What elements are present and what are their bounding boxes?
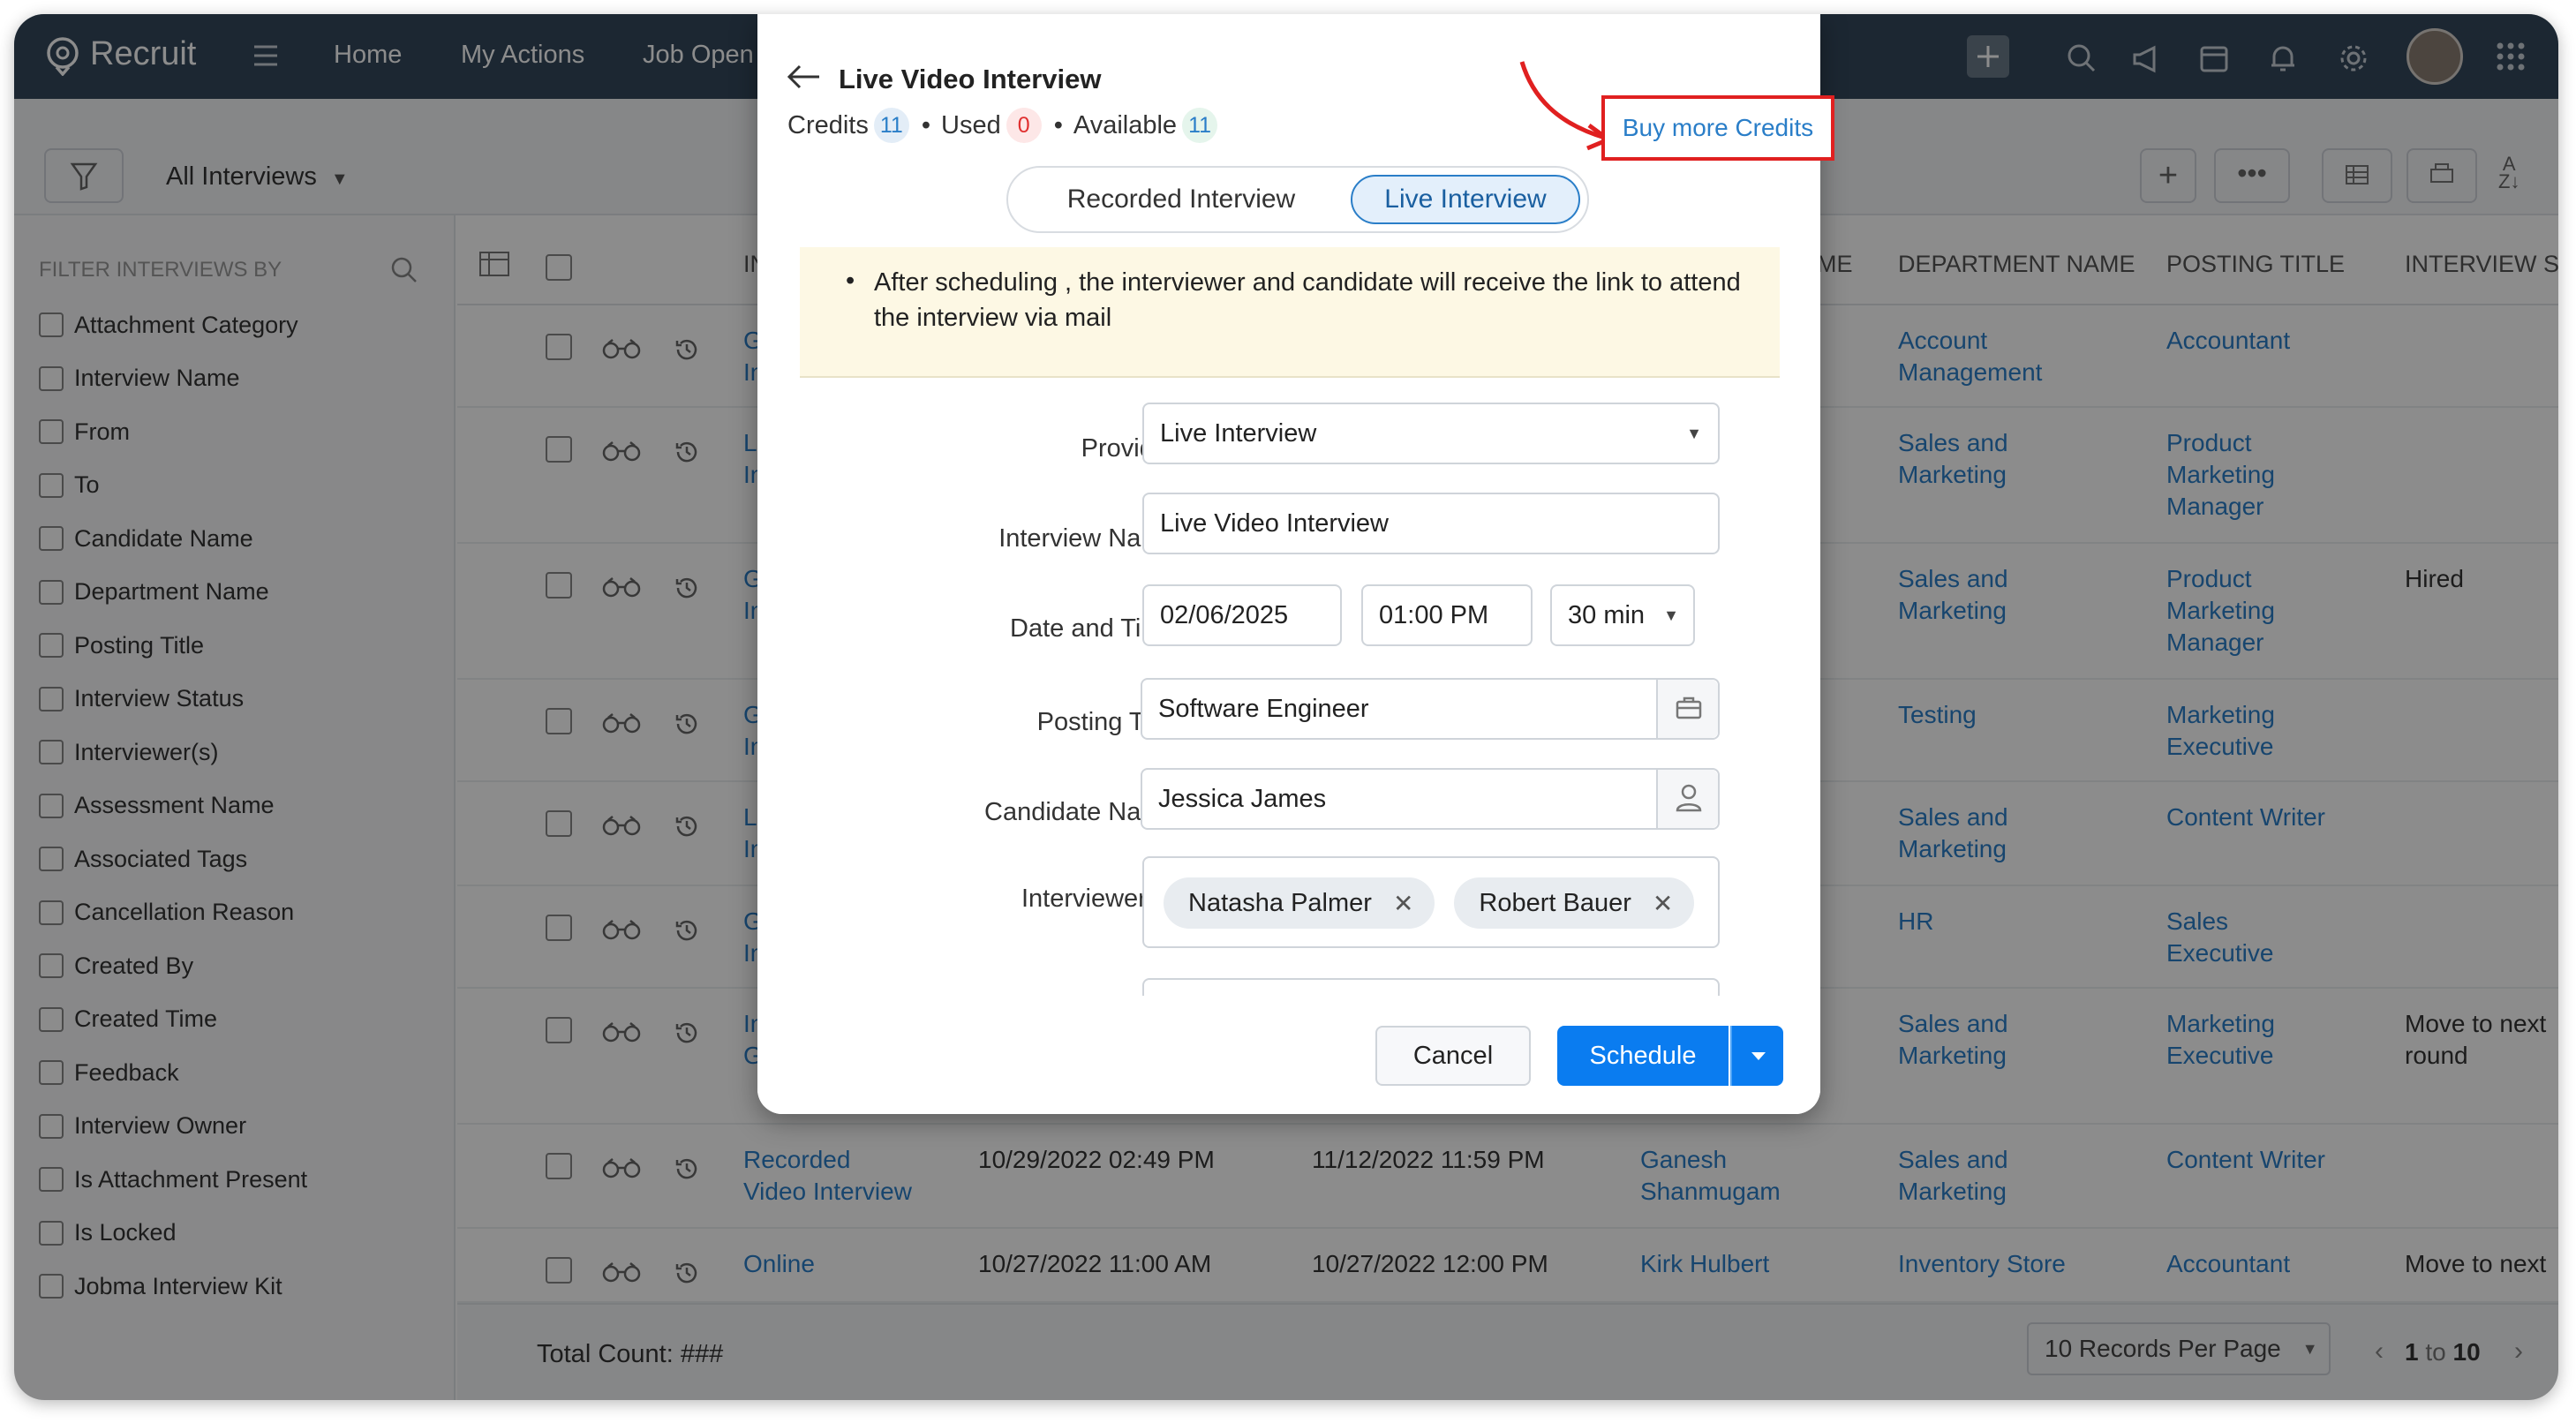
schedule-options-button[interactable]: [1730, 1026, 1783, 1086]
app-window: Recruit Home My Actions Job Open All Int…: [14, 14, 2558, 1400]
candidate-name-input[interactable]: Jessica James: [1141, 768, 1720, 830]
chevron-down-icon: ▼: [1686, 424, 1702, 442]
provider-value: Live Interview: [1160, 418, 1317, 448]
interviewer-chip[interactable]: Natasha Palmer ✕: [1164, 877, 1435, 929]
next-field-partial: [1142, 978, 1720, 996]
credits-label: Credits: [787, 110, 869, 139]
time-input[interactable]: 01:00 PM: [1361, 584, 1533, 646]
schedule-button[interactable]: Schedule: [1557, 1026, 1729, 1086]
interviewer-chip-name: Robert Bauer: [1479, 888, 1631, 917]
interview-name-input[interactable]: Live Video Interview: [1142, 493, 1720, 554]
posting-title-input[interactable]: Software Engineer: [1141, 678, 1720, 740]
used-badge: 0: [1006, 108, 1042, 143]
duration-select[interactable]: 30 min ▼: [1550, 584, 1695, 646]
interviewer-chip-name: Natasha Palmer: [1188, 888, 1372, 917]
info-bullet: •: [846, 267, 855, 295]
briefcase-icon: [1676, 696, 1702, 719]
cancel-button[interactable]: Cancel: [1375, 1026, 1531, 1086]
tab-recorded-interview[interactable]: Recorded Interview: [1026, 175, 1337, 224]
separator-dot: •: [1053, 110, 1063, 139]
chevron-down-icon: ▼: [1663, 606, 1679, 624]
interviewers-input[interactable]: Natasha Palmer ✕ Robert Bauer ✕: [1142, 856, 1720, 948]
posting-title-value: Software Engineer: [1158, 694, 1369, 723]
tab-live-interview[interactable]: Live Interview: [1351, 175, 1580, 224]
buy-more-credits-link[interactable]: Buy more Credits: [1601, 95, 1834, 161]
remove-chip-icon[interactable]: ✕: [1653, 889, 1673, 918]
provider-label: Provider*: [846, 434, 1190, 463]
interviewer-chip[interactable]: Robert Bauer ✕: [1454, 877, 1695, 929]
info-text: After scheduling , the interviewer and c…: [874, 268, 1741, 332]
used-label: Used: [941, 110, 1001, 139]
person-icon: [1676, 784, 1702, 812]
separator-dot: •: [921, 110, 931, 139]
remove-chip-icon[interactable]: ✕: [1393, 889, 1413, 918]
dialog-title: Live Video Interview: [839, 64, 1102, 94]
info-banner: • After scheduling , the interviewer and…: [800, 247, 1780, 378]
schedule-interview-dialog: Live Video Interview Credits 11 • Used 0…: [757, 14, 1834, 1114]
credits-summary: Credits 11 • Used 0 • Available 11: [787, 108, 1226, 143]
provider-select[interactable]: Live Interview ▼: [1142, 403, 1720, 464]
credits-badge: 11: [873, 108, 909, 143]
candidate-name-value: Jessica James: [1158, 784, 1327, 813]
back-arrow-icon[interactable]: [786, 64, 821, 90]
date-input[interactable]: 02/06/2025: [1142, 584, 1342, 646]
duration-value: 30 min: [1568, 600, 1646, 629]
caret-down-icon: [1751, 1052, 1766, 1060]
posting-title-label: Posting Title*: [846, 708, 1190, 737]
candidate-name-label: Candidate Name*: [846, 798, 1190, 827]
dialog-footer: Cancel Schedule: [757, 996, 1820, 1114]
candidate-lookup-button[interactable]: [1656, 770, 1718, 828]
interviewer-chips: Natasha Palmer ✕ Robert Bauer ✕: [1164, 877, 1695, 929]
available-label: Available: [1073, 110, 1178, 139]
posting-lookup-button[interactable]: [1656, 680, 1718, 738]
available-badge: 11: [1182, 108, 1218, 143]
date-time-label: Date and Time*: [846, 614, 1190, 644]
interview-name-label: Interview Name*: [846, 524, 1190, 553]
interviewers-label: Interviewer(s)*: [846, 885, 1190, 914]
